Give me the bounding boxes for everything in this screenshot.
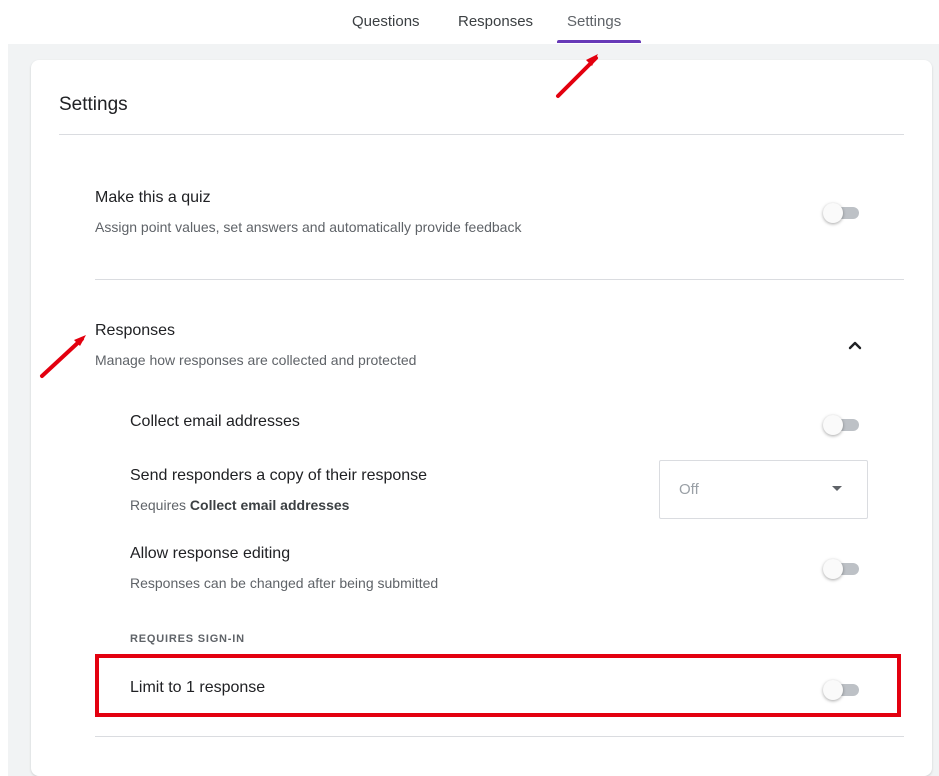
allow-editing-title: Allow response editing: [130, 545, 291, 562]
divider: [95, 279, 904, 280]
divider: [59, 134, 904, 135]
allow-editing-description: Responses can be changed after being sub…: [130, 575, 439, 591]
chevron-up-icon[interactable]: [843, 333, 867, 357]
toggle-thumb: [823, 559, 843, 579]
tabs-bar: Questions Responses Settings: [0, 0, 939, 44]
dropdown-arrow-icon: [832, 486, 842, 491]
responses-section-title: Responses: [95, 322, 176, 339]
quiz-setting-title: Make this a quiz: [95, 189, 211, 206]
tab-settings[interactable]: Settings: [567, 13, 621, 30]
annotation-highlight-box: [95, 654, 901, 717]
annotation-arrow-responses: [40, 335, 86, 378]
send-copy-title: Send responders a copy of their response: [130, 467, 428, 484]
divider: [95, 736, 904, 737]
tab-responses[interactable]: Responses: [458, 13, 533, 30]
quiz-toggle[interactable]: [823, 203, 863, 223]
toggle-thumb: [823, 415, 843, 435]
send-copy-requirement: Collect email addresses: [189, 497, 350, 513]
responses-section-description: Manage how responses are collected and p…: [95, 352, 417, 368]
page-title: Settings: [59, 94, 128, 115]
collect-email-title: Collect email addresses: [130, 413, 300, 430]
forms-settings-page: Questions Responses Settings Settings Ma…: [0, 0, 939, 776]
toggle-thumb: [823, 203, 843, 223]
quiz-setting-description: Assign point values, set answers and aut…: [95, 219, 522, 235]
collect-email-toggle[interactable]: [823, 415, 863, 435]
send-copy-requires-text: Requires: [130, 497, 190, 513]
annotation-arrow-settings-tab: [556, 54, 598, 98]
active-tab-indicator: [557, 40, 641, 43]
requires-signin-label: REQUIRES SIGN-IN: [130, 633, 245, 645]
tab-questions[interactable]: Questions: [352, 13, 420, 30]
allow-editing-toggle[interactable]: [823, 559, 863, 579]
send-copy-selected-value: Off: [679, 481, 699, 498]
send-copy-select[interactable]: Off: [659, 460, 868, 519]
send-copy-description: Requires Collect email addresses: [130, 497, 349, 513]
